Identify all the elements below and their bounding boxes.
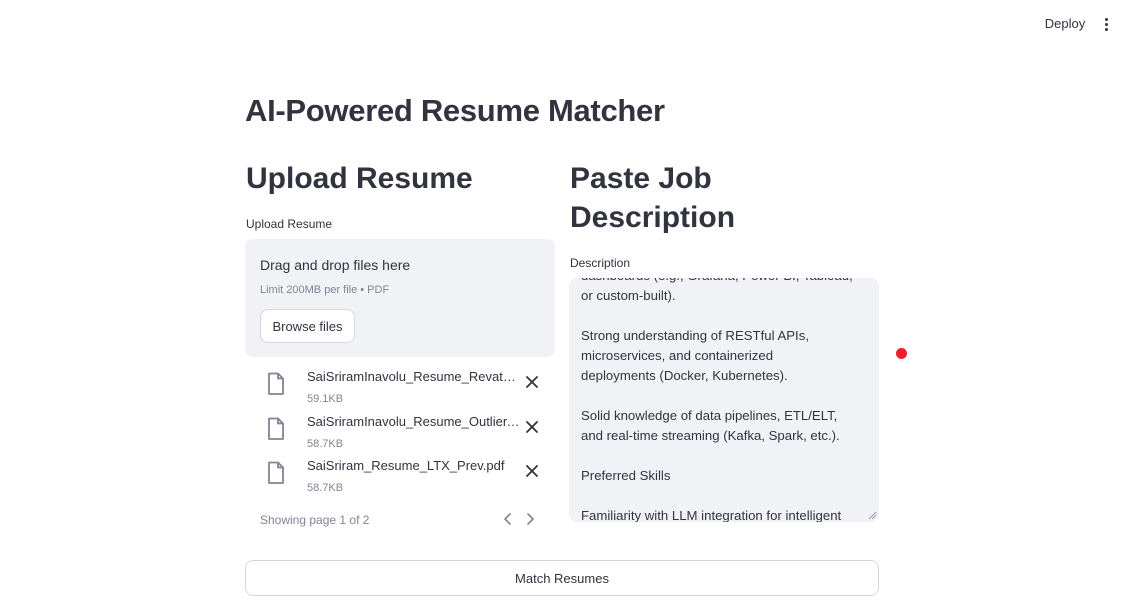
pagination-text: Showing page 1 of 2: [260, 513, 370, 527]
status-dot: [896, 348, 907, 359]
chevron-left-icon[interactable]: [500, 511, 516, 527]
uploaded-file-item: SaiSriramInavolu_Resume_Outlier.pdf 58.7…: [262, 413, 550, 453]
main-menu-icon[interactable]: [1098, 15, 1114, 33]
chevron-right-icon[interactable]: [522, 511, 538, 527]
remove-file-icon[interactable]: [524, 374, 540, 390]
page-title: AI-Powered Resume Matcher: [245, 93, 665, 128]
dropzone-limit: Limit 200MB per file • PDF: [260, 284, 390, 296]
job-description-heading: Paste Job Description: [570, 162, 736, 234]
file-name: SaiSriramInavolu_Resume_Revature.pdf: [307, 369, 522, 384]
browse-files-button[interactable]: Browse files: [260, 309, 355, 343]
description-label: Description: [570, 256, 631, 270]
resize-handle-icon[interactable]: [867, 510, 877, 520]
file-icon: [268, 372, 284, 395]
deploy-button[interactable]: Deploy: [1037, 15, 1093, 33]
match-resumes-button[interactable]: Match Resumes: [245, 560, 879, 596]
description-textarea[interactable]: dashboards (e.g., Grafana, Power BI, Tab…: [569, 278, 879, 522]
file-icon: [268, 417, 284, 440]
file-icon: [268, 461, 284, 484]
file-size: 58.7KB: [307, 482, 344, 494]
file-name: SaiSriram_Resume_LTX_Prev.pdf: [307, 458, 505, 473]
file-size: 59.1KB: [307, 393, 344, 405]
uploaded-file-item: SaiSriram_Resume_LTX_Prev.pdf 58.7KB: [262, 457, 550, 497]
description-text[interactable]: dashboards (e.g., Grafana, Power BI, Tab…: [581, 278, 866, 522]
file-name: SaiSriramInavolu_Resume_Outlier.pdf: [307, 414, 522, 429]
file-dropzone[interactable]: Drag and drop files here Limit 200MB per…: [245, 239, 555, 357]
upload-heading: Upload Resume: [246, 162, 473, 195]
dropzone-title: Drag and drop files here: [260, 257, 411, 273]
remove-file-icon[interactable]: [524, 419, 540, 435]
file-size: 58.7KB: [307, 438, 344, 450]
uploaded-file-item: SaiSriramInavolu_Resume_Revature.pdf 59.…: [262, 368, 550, 408]
remove-file-icon[interactable]: [524, 463, 540, 479]
upload-label: Upload Resume: [246, 217, 333, 231]
